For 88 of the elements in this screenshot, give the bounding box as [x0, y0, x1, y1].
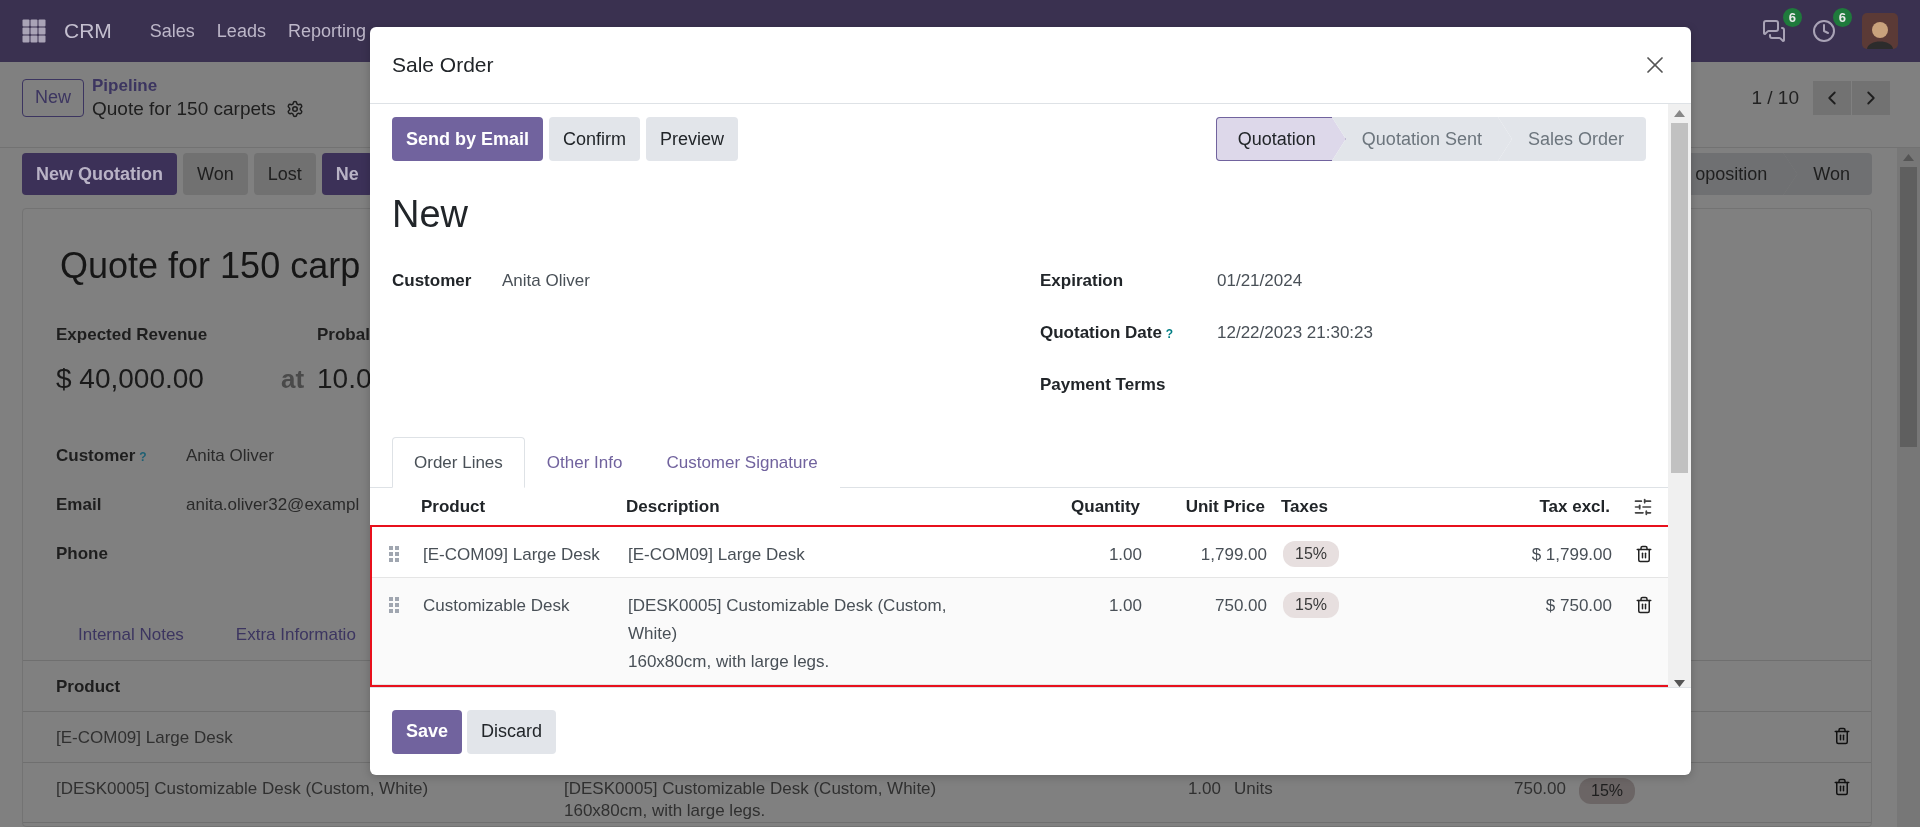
table-cell: 1.00 [1187, 778, 1221, 800]
column-header: Description [625, 496, 721, 517]
table-cell: 750.00 [1514, 778, 1566, 800]
notebook-tab[interactable]: Internal Notes [78, 624, 184, 645]
field-label: Customer [392, 271, 472, 291]
table-cell-text: 1,799.00 [1199, 544, 1268, 566]
table-cell-text: 1.00 [1107, 595, 1143, 617]
field-label: Payment Terms [1040, 375, 1166, 395]
save-button[interactable]: Save [392, 709, 463, 754]
field-value: Anita Oliver [502, 271, 590, 291]
table-cell-text: Customizable Desk [422, 595, 571, 617]
stage-step[interactable]: Sales Order [1497, 117, 1646, 161]
menu-item[interactable]: Sales [149, 20, 195, 42]
menu-item[interactable]: Reporting [287, 20, 366, 42]
stage-step[interactable]: Quotation [1215, 117, 1346, 161]
field-value: Anita Oliver [186, 446, 274, 466]
field-label: Expiration [1040, 271, 1124, 291]
user-avatar[interactable] [1862, 13, 1898, 49]
breadcrumb-link[interactable]: Pipeline [92, 75, 304, 96]
page-scrollbar[interactable] [1897, 148, 1920, 827]
pager-counter: 1 / 10 [1751, 86, 1799, 109]
stage-step[interactable]: Won [1783, 153, 1872, 195]
field-label: Quotation Date [1040, 323, 1162, 343]
dialog-scrollbar[interactable] [1668, 104, 1691, 687]
previous-button[interactable] [1813, 80, 1851, 115]
field-value: 01/21/2024 [1217, 271, 1303, 291]
activities-badge: 6 [1832, 8, 1852, 27]
record-title: New [391, 193, 470, 236]
action-button[interactable]: Send by Email [392, 117, 544, 161]
field-value: anita.oliver32@exampl [186, 495, 360, 515]
table-cell-text: [E-COM09] Large Desk [422, 544, 601, 566]
action-button[interactable]: Lost [253, 153, 316, 195]
settings-icon[interactable] [285, 99, 304, 118]
drag-handle-icon[interactable] [388, 596, 399, 614]
record-title: Quote for 150 carp [59, 244, 361, 287]
table-cell-text: 1.00 [1107, 544, 1143, 566]
messages-badge: 6 [1782, 8, 1802, 27]
table-cell: [DESK0005] Customizable Desk (Custom, White) 160x80cm, with large legs. [564, 778, 937, 822]
scroll-down-icon[interactable] [1674, 680, 1685, 687]
discard-button[interactable]: Discard [467, 709, 557, 754]
column-header: Taxes [1280, 496, 1329, 517]
table-cell: [DESK0005] Customizable Desk (Custom, White) [56, 778, 429, 800]
app-grid-icon[interactable] [22, 19, 46, 43]
action-button[interactable]: New Quotation [22, 153, 177, 195]
dialog-title: Sale Order [392, 53, 494, 77]
chat-icon[interactable] [1762, 19, 1786, 43]
clock-icon[interactable] [1812, 19, 1836, 43]
app-name[interactable]: CRM [64, 19, 112, 43]
column-header: Product [420, 496, 487, 517]
table-cell: [E-COM09] Large Desk [56, 727, 233, 749]
field-label: Email [56, 495, 102, 515]
drag-handle-icon[interactable] [388, 545, 399, 563]
tax-tag: 15% [1283, 541, 1340, 567]
action-button[interactable]: Confirm [549, 117, 641, 161]
table-cell-text: 750.00 [1214, 595, 1268, 617]
column-header: Tax excl. [1538, 496, 1611, 517]
notebook-tab[interactable]: Extra Informatio [235, 624, 356, 645]
action-button[interactable]: Won [183, 153, 248, 195]
table-cell-text: [DESK0005] Customizable Desk (Custom, White) 160x80cm, with large legs. [627, 595, 948, 673]
column-header: Unit Price [1184, 496, 1266, 517]
table-cell-text: $ 750.00 [1544, 595, 1613, 617]
revenue-value: $ 40,000.00 [56, 363, 205, 395]
field-label: Expected Revenue [56, 325, 209, 345]
tax-tag: 15% [1579, 778, 1636, 804]
column-header: Quantity [1070, 496, 1141, 517]
column-header: Product [56, 676, 121, 698]
scroll-up-icon[interactable] [1674, 110, 1685, 117]
next-button[interactable] [1852, 80, 1890, 115]
delete-icon[interactable] [1635, 545, 1653, 563]
field-label: Customer [56, 446, 136, 466]
field-label: Probal [317, 325, 371, 345]
notebook-tab[interactable]: Order Lines [392, 437, 525, 488]
table-cell-text: $ 1,799.00 [1530, 544, 1613, 566]
action-button[interactable]: Ne [321, 153, 373, 195]
column-settings-icon[interactable] [1633, 496, 1653, 517]
stage-step[interactable]: Quotation Sent [1331, 117, 1512, 161]
field-value: 12/22/2023 21:30:23 [1217, 323, 1373, 343]
table-cell-text: [E-COM09] Large Desk [627, 544, 806, 566]
delete-icon[interactable] [1635, 596, 1653, 614]
new-button[interactable]: New [22, 78, 84, 117]
field-label: Phone [56, 544, 108, 564]
help-mark[interactable]: ? [1165, 327, 1174, 341]
probability-value: 10.0 [317, 363, 372, 395]
tax-tag: 15% [1283, 592, 1340, 618]
table-cell-text: Units [1233, 778, 1273, 800]
record-name: Quote for 150 carpets [92, 97, 276, 120]
menu-item[interactable]: Leads [216, 20, 266, 42]
action-button[interactable]: Preview [646, 117, 739, 161]
